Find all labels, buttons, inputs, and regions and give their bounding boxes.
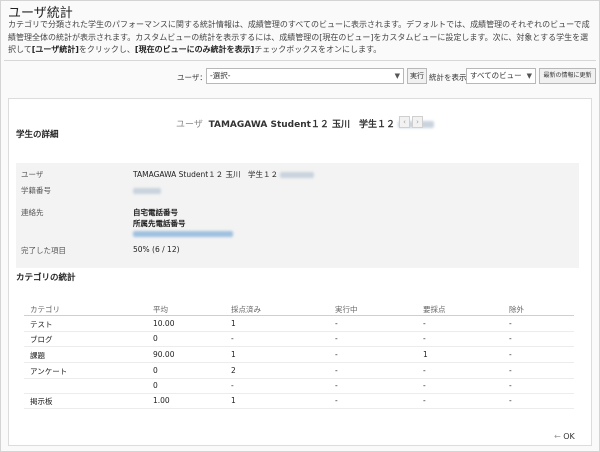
contact-label: 連絡先 [21, 208, 44, 217]
chevron-left-icon: ‹ [403, 118, 406, 126]
row-divider [24, 378, 574, 379]
navigator-user-label: ユーザ [176, 120, 203, 130]
divider [4, 60, 596, 61]
detail-user-value: TAMAGAWA Student１２ 玉川 学生１２ [133, 169, 315, 180]
student-detail-title: 学生の詳細 [16, 130, 59, 140]
cell-average: 10.00 [153, 319, 175, 328]
cell-needs-grading: - [423, 396, 426, 405]
cell-exempt: - [509, 366, 512, 375]
student-id-label: 学籍番号 [21, 186, 51, 195]
row-divider [24, 331, 574, 332]
detail-user-label: ユーザ [21, 170, 44, 179]
arrow-left-icon: ← [554, 432, 561, 441]
cell-graded: 1 [231, 350, 236, 359]
row-divider [24, 408, 574, 409]
cell-needs-grading: - [423, 319, 426, 328]
completed-items-label: 完了した項目 [21, 246, 66, 255]
user-select-value: -選択- [210, 71, 231, 80]
cell-average: 1.00 [153, 396, 170, 405]
cell-graded: - [231, 381, 234, 390]
cell-graded: - [231, 334, 234, 343]
cell-exempt: - [509, 350, 512, 359]
cell-in-progress: - [335, 319, 338, 328]
cell-needs-grading: - [423, 381, 426, 390]
table-row: ブログ [30, 335, 53, 344]
previous-student-button[interactable]: ‹ [399, 116, 410, 128]
page-description: カテゴリで分類された学生のパフォーマンスに関する統計情報は、成績管理のすべてのビ… [8, 20, 590, 54]
redacted-username [280, 172, 315, 178]
col-category: カテゴリ [30, 305, 60, 314]
cell-average: 0 [153, 334, 158, 343]
work-phone-label: 所属先電話番号 [133, 219, 186, 228]
navigator-student-name: TAMAGAWA Student１２ 玉川 学生１２ [208, 120, 396, 130]
cell-needs-grading: - [423, 366, 426, 375]
col-needs-grading: 要採点 [423, 305, 446, 314]
cell-average: 90.00 [153, 350, 175, 359]
cell-graded: 2 [231, 366, 236, 375]
chevron-down-icon: ▼ [394, 72, 400, 80]
redacted-student-id [133, 188, 161, 194]
user-select[interactable]: -選択- ▼ [206, 68, 404, 84]
cell-in-progress: - [335, 381, 338, 390]
cell-average: 0 [153, 381, 158, 390]
table-header-line [24, 315, 574, 316]
table-row: テスト [30, 320, 53, 329]
cell-needs-grading: - [423, 334, 426, 343]
redacted-email [133, 231, 233, 237]
table-row: アンケート [30, 367, 68, 376]
row-divider [24, 393, 574, 394]
student-id-value [133, 186, 161, 195]
table-row: 掲示板 [30, 397, 53, 406]
run-button[interactable]: 実行 [407, 68, 427, 84]
completed-items-value: 50% (6 / 12) [133, 245, 180, 254]
col-in-progress: 実行中 [335, 305, 358, 314]
col-graded: 採点済み [231, 305, 261, 314]
cell-in-progress: - [335, 366, 338, 375]
student-navigator: ユーザ TAMAGAWA Student１２ 玉川 学生１２ [176, 117, 434, 130]
cell-exempt: - [509, 396, 512, 405]
user-filter-label: ユーザ： [177, 73, 207, 82]
category-stats-title: カテゴリの統計 [16, 273, 76, 283]
view-select[interactable]: すべてのビュー ▼ [466, 68, 536, 84]
next-student-button[interactable]: › [412, 116, 423, 128]
cell-exempt: - [509, 334, 512, 343]
ok-label: OK [563, 432, 575, 441]
home-phone-label: 自宅電話番号 [133, 208, 178, 217]
cell-in-progress: - [335, 334, 338, 343]
chevron-right-icon: › [416, 118, 419, 126]
cell-average: 0 [153, 366, 158, 375]
view-select-value: すべてのビュー [470, 71, 522, 80]
row-divider [24, 346, 574, 347]
cell-in-progress: - [335, 396, 338, 405]
table-row: 課題 [30, 351, 45, 360]
refresh-button[interactable]: 最新の情報に更新 [539, 68, 596, 84]
email-link[interactable] [133, 229, 233, 238]
cell-graded: 1 [231, 319, 236, 328]
col-average: 平均 [153, 305, 168, 314]
cell-graded: 1 [231, 396, 236, 405]
col-exempt: 除外 [509, 305, 524, 314]
cell-exempt: - [509, 381, 512, 390]
ok-button[interactable]: ← OK [554, 432, 575, 441]
cell-needs-grading: 1 [423, 350, 428, 359]
cell-exempt: - [509, 319, 512, 328]
cell-in-progress: - [335, 350, 338, 359]
chevron-down-icon: ▼ [526, 72, 532, 80]
row-divider [24, 362, 574, 363]
